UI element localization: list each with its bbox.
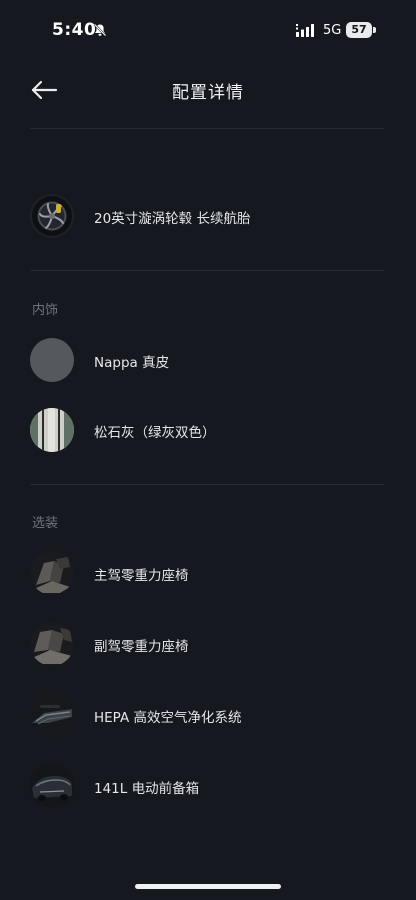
list-item-wheel[interactable]: 20英寸漩涡轮毂 长续航胎 xyxy=(0,194,416,250)
header: 配置详情 xyxy=(0,60,416,120)
list-item-color[interactable]: 松石灰（绿灰双色） xyxy=(0,408,416,464)
wheel-icon xyxy=(30,194,74,238)
page-title: 配置详情 xyxy=(172,83,244,103)
list-item-nappa[interactable]: Nappa 真皮 xyxy=(0,338,416,394)
battery-tip xyxy=(373,27,376,33)
item-label: HEPA 高效空气净化系统 xyxy=(94,710,242,726)
item-label: 松石灰（绿灰双色） xyxy=(94,425,216,441)
car-front-thumbnail xyxy=(30,764,74,808)
divider xyxy=(30,270,384,271)
seat-thumbnail xyxy=(30,551,74,595)
item-label: Nappa 真皮 xyxy=(94,355,170,371)
battery-icon: 57 xyxy=(346,22,376,38)
list-item-driver-seat[interactable]: 主驾零重力座椅 xyxy=(0,551,416,607)
divider xyxy=(30,128,384,129)
divider xyxy=(30,484,384,485)
list-item-passenger-seat[interactable]: 副驾零重力座椅 xyxy=(0,622,416,678)
item-label: 副驾零重力座椅 xyxy=(94,639,189,655)
section-label-interior: 内饰 xyxy=(32,303,59,318)
home-indicator[interactable] xyxy=(135,884,281,889)
item-label: 主驾零重力座椅 xyxy=(94,568,189,584)
item-label: 141L 电动前备箱 xyxy=(94,781,200,797)
section-label-options: 选装 xyxy=(32,516,59,531)
item-label: 20英寸漩涡轮毂 长续航胎 xyxy=(94,211,251,227)
status-time: 5:40 xyxy=(52,20,97,40)
battery-level: 57 xyxy=(346,22,372,38)
network-type: 5G xyxy=(323,23,342,38)
air-filter-thumbnail xyxy=(30,693,74,737)
leather-swatch xyxy=(30,338,74,382)
bell-mute-icon xyxy=(93,23,107,37)
color-swatch xyxy=(30,408,74,452)
signal-icon xyxy=(296,24,314,37)
status-bar: 5:40 5G 57 xyxy=(0,0,416,60)
seat-thumbnail xyxy=(30,622,74,666)
list-item-frunk[interactable]: 141L 电动前备箱 xyxy=(0,764,416,820)
list-item-hepa[interactable]: HEPA 高效空气净化系统 xyxy=(0,693,416,749)
